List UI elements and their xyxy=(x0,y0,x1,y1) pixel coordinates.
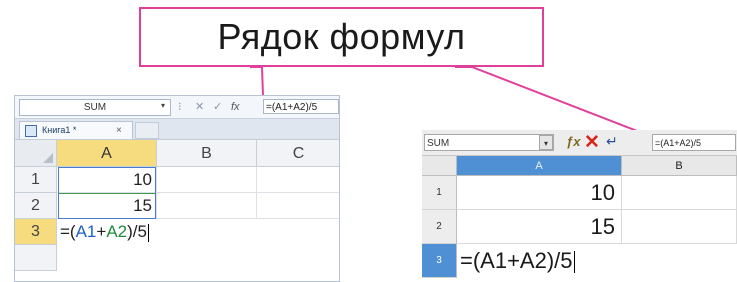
calc-cell-b2[interactable] xyxy=(622,210,737,244)
pointer-right xyxy=(455,66,651,137)
cell-c1[interactable] xyxy=(257,167,339,193)
calc-grid: A B 1 10 2 15 3 =(A1+A2)/5 xyxy=(422,156,737,282)
calc-formula-bar: SUM ▾ ƒx ✕ ↵ =(A1+A2)/5 xyxy=(422,130,737,156)
cell-b2[interactable] xyxy=(157,193,257,219)
workbook-tab[interactable]: Книга1 * × xyxy=(19,121,133,139)
calc-cell-a3-editing[interactable]: =(A1+A2)/5 xyxy=(458,244,658,278)
formula-input[interactable]: =(A1+A2)/5 xyxy=(263,99,339,114)
excel-window: SUM ▾ ⁝ ✕ ✓ fx =(A1+A2)/5 Книга1 * × A B… xyxy=(14,95,340,282)
cell-c2[interactable] xyxy=(257,193,339,219)
calc-cancel-icon[interactable]: ✕ xyxy=(584,131,600,154)
calc-row-header-3[interactable]: 3 xyxy=(422,244,457,278)
enter-icon[interactable]: ✓ xyxy=(213,100,222,114)
pointer-left xyxy=(250,66,264,97)
calc-row-header-2[interactable]: 2 xyxy=(422,210,457,244)
formula-part-plus: + xyxy=(96,222,107,241)
calc-cell-a2[interactable]: 15 xyxy=(457,210,622,244)
calc-select-all-corner[interactable] xyxy=(422,156,457,176)
cell-b1[interactable] xyxy=(157,167,257,193)
calc-name-box-dropdown-icon[interactable]: ▾ xyxy=(539,135,553,150)
calc-cell-b1[interactable] xyxy=(622,176,737,210)
column-header-a[interactable]: A xyxy=(57,140,157,167)
calc-text-caret xyxy=(573,251,575,274)
column-header-b[interactable]: B xyxy=(157,140,257,167)
calc-accept-icon[interactable]: ↵ xyxy=(606,133,618,150)
name-box-dropdown-icon[interactable]: ▾ xyxy=(161,101,165,110)
formula-bar-callout: Рядок формул xyxy=(139,7,544,67)
calc-name-box[interactable]: SUM xyxy=(424,134,554,151)
select-all-corner[interactable] xyxy=(15,140,57,167)
column-header-c[interactable]: C xyxy=(257,140,339,167)
calc-column-header-a[interactable]: A xyxy=(457,156,622,176)
workbook-tab-label: Книга1 * xyxy=(42,125,77,135)
calc-row-header-1[interactable]: 1 xyxy=(422,176,457,210)
cell-a2[interactable]: 15 xyxy=(57,193,157,219)
calc-window: SUM ▾ ƒx ✕ ↵ =(A1+A2)/5 A B 1 10 2 15 3 … xyxy=(422,130,737,282)
cancel-icon[interactable]: ✕ xyxy=(195,100,204,114)
workbook-tabs: Книга1 * × xyxy=(15,119,339,140)
row-header-4[interactable] xyxy=(15,245,57,271)
insert-function-icon[interactable]: fx xyxy=(231,100,240,114)
excel-grid: A B C 1 10 2 15 3 =(A1+A2)/5 xyxy=(15,140,339,281)
new-tab-button[interactable] xyxy=(135,122,159,139)
separator-icon: ⁝ xyxy=(178,101,182,113)
callout-label: Рядок формул xyxy=(217,16,466,57)
row-header-2[interactable]: 2 xyxy=(15,193,57,219)
formula-part-open: =( xyxy=(60,222,76,241)
close-tab-icon[interactable]: × xyxy=(116,122,122,139)
cell-a3-editing[interactable]: =(A1+A2)/5 xyxy=(58,219,238,245)
formula-ref-a1: A1 xyxy=(75,222,97,241)
workbook-icon xyxy=(25,125,37,137)
calc-formula-input[interactable]: =(A1+A2)/5 xyxy=(652,134,736,151)
row-header-1[interactable]: 1 xyxy=(15,167,57,193)
cell-a1[interactable]: 10 xyxy=(57,167,157,193)
row-header-3[interactable]: 3 xyxy=(15,219,57,245)
calc-cell-a1[interactable]: 10 xyxy=(457,176,622,210)
function-wizard-icon[interactable]: ƒx xyxy=(566,134,580,149)
formula-part-close: )/5 xyxy=(127,222,147,241)
calc-column-header-b[interactable]: B xyxy=(622,156,737,176)
excel-formula-bar: SUM ▾ ⁝ ✕ ✓ fx =(A1+A2)/5 xyxy=(15,96,339,119)
text-caret xyxy=(147,223,149,242)
name-box[interactable]: SUM xyxy=(19,99,171,116)
calc-formula-text: =(A1+A2)/5 xyxy=(460,248,573,273)
formula-ref-a2: A2 xyxy=(106,222,128,241)
